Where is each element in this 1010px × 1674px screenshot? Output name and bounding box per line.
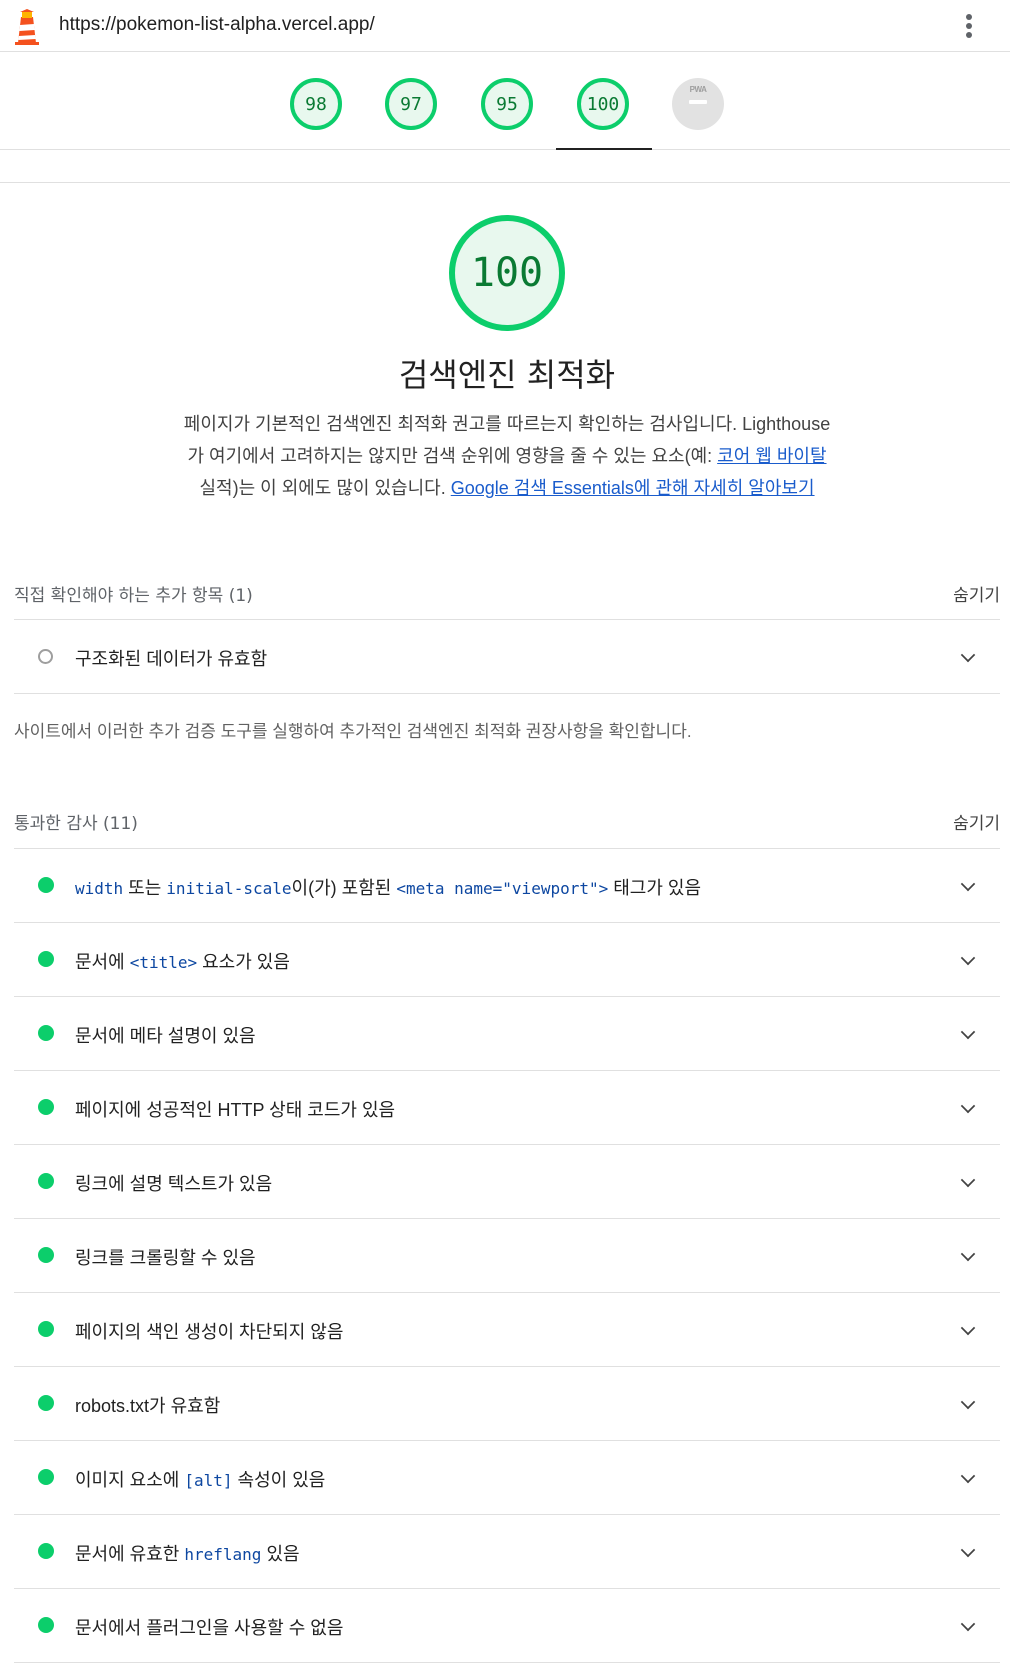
- label-text: 이미지 요소에: [75, 1470, 185, 1490]
- chevron-down-icon[interactable]: [960, 1394, 976, 1410]
- audit-hreflang[interactable]: 문서에 유효한 hreflang 있음: [14, 1514, 1000, 1588]
- chevron-down-icon[interactable]: [960, 1468, 976, 1484]
- hide-toggle[interactable]: 숨기기: [953, 809, 1000, 834]
- pass-dot-icon: [38, 1099, 54, 1115]
- pass-dot-icon: [38, 1321, 54, 1337]
- pass-dot-icon: [38, 877, 54, 893]
- group-title: 통과한 감사 (11): [14, 814, 138, 834]
- code-text: initial-scale: [166, 879, 292, 898]
- audit-label: 이미지 요소에 [alt] 속성이 있음: [75, 1466, 325, 1492]
- label-text: 있음: [261, 1544, 300, 1564]
- code-text: <title>: [129, 953, 198, 972]
- best-practices-gauge[interactable]: 95: [481, 78, 533, 130]
- url-bar: https://pokemon-list-alpha.vercel.app/: [0, 0, 1010, 52]
- audit-image-alt[interactable]: 이미지 요소에 [alt] 속성이 있음: [14, 1440, 1000, 1514]
- audit-crawlable-anchors[interactable]: 링크를 크롤링할 수 있음: [14, 1218, 1000, 1292]
- pwa-gauge[interactable]: PWA: [672, 78, 724, 130]
- divider: [0, 182, 1010, 183]
- label-text: 속성이 있음: [232, 1470, 326, 1490]
- chevron-down-icon[interactable]: [960, 1172, 976, 1188]
- category-title: 검색엔진 최적화: [398, 356, 616, 394]
- pass-dot-icon: [38, 1025, 54, 1041]
- audit-label: 링크에 설명 텍스트가 있음: [75, 1174, 273, 1194]
- audit-robots-txt[interactable]: robots.txt가 유효함: [14, 1366, 1000, 1440]
- pass-dot-icon: [38, 1469, 54, 1485]
- divider: [14, 693, 1000, 694]
- lighthouse-icon: [15, 9, 39, 45]
- pass-dot-icon: [38, 1395, 54, 1411]
- audit-plugins[interactable]: 문서에서 플러그인을 사용할 수 없음: [14, 1588, 1000, 1662]
- audit-viewport[interactable]: width 또는 initial-scale이(가) 포함된 <meta nam…: [14, 848, 1000, 922]
- label-text: 이(가) 포함된: [291, 878, 397, 898]
- chevron-down-icon[interactable]: [960, 1024, 976, 1040]
- label-text: 요소가 있음: [197, 952, 290, 972]
- code-text: [alt]: [184, 1471, 233, 1490]
- group-title: 직접 확인해야 하는 추가 항목 (1): [14, 586, 253, 606]
- category-score: 100: [470, 250, 544, 296]
- performance-gauge[interactable]: 98: [290, 78, 342, 130]
- chevron-down-icon[interactable]: [960, 1246, 976, 1262]
- pass-dot-icon: [38, 951, 54, 967]
- page-url: https://pokemon-list-alpha.vercel.app/: [59, 14, 375, 35]
- google-search-essentials-link[interactable]: Google 검색 Essentials에 관해 자세히 알아보기: [451, 478, 815, 498]
- audit-label: 문서에서 플러그인을 사용할 수 없음: [75, 1618, 344, 1638]
- audit-label: 문서에 메타 설명이 있음: [75, 1026, 256, 1046]
- manual-audits-header: 직접 확인해야 하는 추가 항목 (1) 숨기기: [14, 573, 1000, 613]
- seo-score-gauge: 100: [449, 215, 565, 331]
- manual-circle-icon: [38, 649, 53, 664]
- audit-http-status-code[interactable]: 페이지에 성공적인 HTTP 상태 코드가 있음: [14, 1070, 1000, 1144]
- seo-gauge[interactable]: 100: [577, 78, 629, 130]
- chevron-down-icon[interactable]: [960, 1320, 976, 1336]
- gauge-score: 97: [400, 93, 422, 115]
- label-text: 문서에: [75, 952, 130, 972]
- audit-meta-description[interactable]: 문서에 메타 설명이 있음: [14, 996, 1000, 1070]
- audit-label: 문서에 유효한 hreflang 있음: [75, 1540, 300, 1566]
- chevron-down-icon[interactable]: [960, 876, 976, 892]
- label-text: 태그가 있음: [608, 878, 702, 898]
- chevron-down-icon[interactable]: [960, 950, 976, 966]
- audit-label: 페이지에 성공적인 HTTP 상태 코드가 있음: [75, 1100, 396, 1120]
- pwa-badge-text: PWA: [689, 85, 707, 94]
- passed-audits-header: 통과한 감사 (11) 숨기기: [14, 801, 1000, 841]
- pass-dot-icon: [38, 1617, 54, 1633]
- audit-label: 페이지의 색인 생성이 차단되지 않음: [75, 1322, 344, 1342]
- code-text: <meta name="viewport">: [396, 879, 609, 898]
- pass-dot-icon: [38, 1173, 54, 1189]
- audit-label: robots.txt가 유효함: [75, 1396, 221, 1416]
- label-text: 문서에 유효한: [75, 1544, 185, 1564]
- chevron-down-icon[interactable]: [960, 647, 976, 663]
- divider: [14, 1662, 1000, 1663]
- audit-label: 구조화된 데이터가 유효함: [75, 649, 268, 669]
- audit-structured-data[interactable]: 구조화된 데이터가 유효함: [14, 619, 1000, 693]
- active-tab-indicator: [556, 148, 652, 150]
- accessibility-gauge[interactable]: 97: [385, 78, 437, 130]
- pwa-na-bar: [689, 100, 707, 104]
- hide-toggle[interactable]: 숨기기: [953, 581, 1000, 606]
- label-text: 또는: [123, 878, 167, 898]
- gauge-score: 95: [496, 93, 518, 115]
- code-text: hreflang: [184, 1545, 262, 1564]
- audit-document-title[interactable]: 문서에 <title> 요소가 있음: [14, 922, 1000, 996]
- gauge-score: 100: [586, 93, 620, 115]
- audit-label: 링크를 크롤링할 수 있음: [75, 1248, 256, 1268]
- category-description: 페이지가 기본적인 검색엔진 최적화 권고를 따르는지 확인하는 검사입니다. …: [182, 408, 832, 504]
- code-text: width: [75, 879, 124, 898]
- description-text: 실적)는 이 외에도 많이 있습니다.: [199, 478, 451, 498]
- score-gauges-nav: 98 97 95 100 PWA: [0, 52, 1010, 150]
- audit-label: 문서에 <title> 요소가 있음: [75, 948, 290, 974]
- audit-link-text[interactable]: 링크에 설명 텍스트가 있음: [14, 1144, 1000, 1218]
- gauge-score: 98: [305, 93, 327, 115]
- manual-group-description: 사이트에서 이러한 추가 검증 도구를 실행하여 추가적인 검색엔진 최적화 권…: [14, 722, 692, 741]
- kebab-menu-icon[interactable]: [962, 12, 976, 42]
- chevron-down-icon[interactable]: [960, 1542, 976, 1558]
- audit-is-crawlable[interactable]: 페이지의 색인 생성이 차단되지 않음: [14, 1292, 1000, 1366]
- chevron-down-icon[interactable]: [960, 1616, 976, 1632]
- pass-dot-icon: [38, 1543, 54, 1559]
- chevron-down-icon[interactable]: [960, 1098, 976, 1114]
- audit-label: width 또는 initial-scale이(가) 포함된 <meta nam…: [75, 874, 701, 900]
- core-web-vitals-link[interactable]: 코어 웹 바이탈: [717, 446, 826, 466]
- pass-dot-icon: [38, 1247, 54, 1263]
